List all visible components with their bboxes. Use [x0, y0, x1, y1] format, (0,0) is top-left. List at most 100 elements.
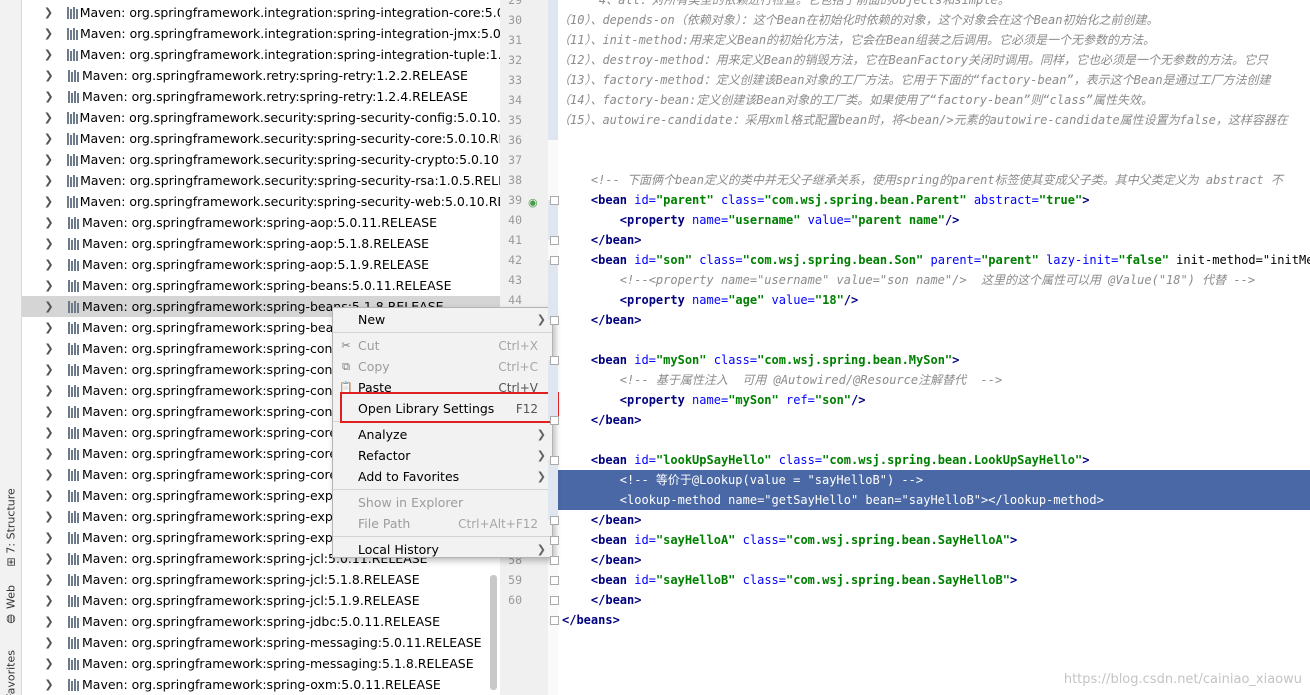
- tree-row[interactable]: ❯ Maven: org.springframework:spring-beans…: [22, 275, 500, 296]
- tree-row[interactable]: ❯ Maven: org.springframework:spring-oxm:5…: [22, 674, 500, 695]
- fold-marker-icon[interactable]: [550, 356, 559, 365]
- tree-row[interactable]: ❯ Maven: org.springframework:spring-jcl:5…: [22, 569, 500, 590]
- menu-item-analyze[interactable]: Analyze ❯: [333, 424, 552, 445]
- code-line[interactable]: <!-- 下面俩个bean定义的类中并无父子继承关系，使用spring的pare…: [558, 170, 1310, 190]
- code-line[interactable]: （11）、init-method:用来定义Bean的初始化方法，它会在Bean组…: [558, 30, 1306, 50]
- fold-marker-icon[interactable]: [550, 256, 559, 265]
- tree-row[interactable]: ❯ Maven: org.springframework.security:spr…: [22, 170, 500, 191]
- menu-item-add-to-favorites[interactable]: Add to Favorites ❯: [333, 466, 552, 487]
- chevron-right-icon[interactable]: ❯: [42, 174, 55, 187]
- tree-row[interactable]: ❯ Maven: org.springframework.integration:…: [22, 44, 500, 65]
- menu-item-new[interactable]: New ❯: [333, 309, 552, 330]
- code-line[interactable]: <bean id="mySon" class="com.wsj.spring.b…: [558, 350, 1310, 370]
- code-line[interactable]: <bean id="sayHelloA" class="com.wsj.spri…: [558, 530, 1310, 550]
- code-line[interactable]: （12）、destroy-method：用来定义Bean的销毁方法，它在Bean…: [558, 50, 1306, 70]
- chevron-right-icon[interactable]: ❯: [42, 342, 56, 355]
- code-line[interactable]: （14）、factory-bean:定义创建该Bean对象的工厂类。如果使用了“…: [558, 90, 1306, 110]
- menu-item-copy[interactable]: ⧉ Copy Ctrl+C: [333, 356, 552, 377]
- code-line[interactable]: </bean>: [558, 410, 1310, 430]
- code-line[interactable]: [558, 150, 1310, 170]
- bean-gutter-icon[interactable]: ◉: [528, 196, 538, 209]
- chevron-right-icon[interactable]: ❯: [42, 279, 56, 292]
- code-line[interactable]: <lookup-method name="getSayHello" bean="…: [558, 490, 1310, 510]
- fold-marker-icon[interactable]: [550, 576, 559, 585]
- code-line[interactable]: </bean>: [558, 590, 1310, 610]
- code-line[interactable]: <bean id="sayHelloB" class="com.wsj.spri…: [558, 570, 1310, 590]
- chevron-right-icon[interactable]: ❯: [42, 69, 56, 82]
- menu-item-refactor[interactable]: Refactor ❯: [333, 445, 552, 466]
- chevron-right-icon[interactable]: ❯: [42, 237, 56, 250]
- tree-row[interactable]: ❯ Maven: org.springframework.integration:…: [22, 23, 500, 44]
- tool-tab-0[interactable]: ⊞ 7: Structure: [2, 488, 20, 567]
- chevron-right-icon[interactable]: ❯: [42, 636, 56, 649]
- code-line[interactable]: </beans>: [558, 610, 1310, 630]
- chevron-right-icon[interactable]: ❯: [42, 531, 56, 544]
- fold-marker-icon[interactable]: [550, 416, 559, 425]
- chevron-right-icon[interactable]: ❯: [42, 195, 55, 208]
- chevron-right-icon[interactable]: ❯: [42, 405, 56, 418]
- code-line[interactable]: <bean id="lookUpSayHello" class="com.wsj…: [558, 450, 1310, 470]
- menu-item-show-in-explorer[interactable]: Show in Explorer: [333, 492, 552, 513]
- chevron-right-icon[interactable]: ❯: [42, 384, 56, 397]
- chevron-right-icon[interactable]: ❯: [42, 90, 56, 103]
- chevron-right-icon[interactable]: ❯: [42, 27, 55, 40]
- tree-row[interactable]: ❯ Maven: org.springframework.security:spr…: [22, 107, 500, 128]
- menu-item-file-path[interactable]: File Path Ctrl+Alt+F12: [333, 513, 552, 534]
- tree-row[interactable]: ❯ Maven: org.springframework.security:spr…: [22, 191, 500, 212]
- fold-marker-icon[interactable]: [550, 456, 559, 465]
- tree-row[interactable]: ❯ Maven: org.springframework.retry:spring…: [22, 65, 500, 86]
- chevron-right-icon[interactable]: ❯: [42, 132, 55, 145]
- code-line[interactable]: <!-- 等价于@Lookup(value = "sayHelloB") -->: [558, 470, 1310, 490]
- code-line[interactable]: <!-- 基于属性注入 可用 @Autowired/@Resource注解替代 …: [558, 370, 1310, 390]
- menu-item-cut[interactable]: ✂ Cut Ctrl+X: [333, 335, 552, 356]
- tree-row[interactable]: ❯ Maven: org.springframework.security:spr…: [22, 128, 500, 149]
- code-line[interactable]: （15）、autowire-candidate：采用xml格式配置bean时，将…: [558, 110, 1306, 130]
- code-line[interactable]: </bean>: [558, 310, 1310, 330]
- fold-marker-icon[interactable]: [550, 556, 559, 565]
- chevron-right-icon[interactable]: ❯: [42, 489, 56, 502]
- chevron-right-icon[interactable]: ❯: [42, 447, 56, 460]
- fold-marker-icon[interactable]: [550, 516, 559, 525]
- chevron-right-icon[interactable]: ❯: [42, 363, 56, 376]
- tree-row[interactable]: ❯ Maven: org.springframework:spring-jcl:5…: [22, 590, 500, 611]
- tree-row[interactable]: ❯ Maven: org.springframework:spring-jdbc:…: [22, 611, 500, 632]
- chevron-right-icon[interactable]: ❯: [42, 573, 56, 586]
- chevron-right-icon[interactable]: ❯: [42, 426, 56, 439]
- chevron-right-icon[interactable]: ❯: [42, 111, 55, 124]
- fold-marker-icon[interactable]: [550, 616, 559, 625]
- chevron-right-icon[interactable]: ❯: [42, 216, 56, 229]
- tool-tab-1[interactable]: ◍ Web: [2, 585, 20, 626]
- chevron-right-icon[interactable]: ❯: [42, 468, 56, 481]
- code-line[interactable]: <bean id="parent" class="com.wsj.spring.…: [558, 190, 1310, 210]
- tree-row[interactable]: ❯ Maven: org.springframework:spring-aop:5…: [22, 212, 500, 233]
- code-line[interactable]: [558, 330, 1310, 350]
- chevron-right-icon[interactable]: ❯: [42, 594, 56, 607]
- code-line[interactable]: </bean>: [558, 230, 1310, 250]
- tree-row[interactable]: ❯ Maven: org.springframework.security:spr…: [22, 149, 500, 170]
- chevron-right-icon[interactable]: ❯: [42, 657, 56, 670]
- chevron-right-icon[interactable]: ❯: [42, 48, 55, 61]
- fold-marker-icon[interactable]: [550, 596, 559, 605]
- code-line[interactable]: [558, 130, 1310, 150]
- code-line[interactable]: <property name="mySon" ref="son"/>: [558, 390, 1310, 410]
- code-line[interactable]: </bean>: [558, 510, 1310, 530]
- tree-scrollbar[interactable]: [490, 575, 497, 690]
- code-line[interactable]: 4、all：对所有类型的依赖进行检查。它包括了前面的objects和simple…: [566, 0, 1310, 10]
- code-line[interactable]: </bean>: [558, 550, 1310, 570]
- chevron-right-icon[interactable]: ❯: [42, 615, 56, 628]
- chevron-right-icon[interactable]: ❯: [42, 153, 55, 166]
- chevron-right-icon[interactable]: ❯: [42, 258, 56, 271]
- chevron-right-icon[interactable]: ❯: [42, 321, 56, 334]
- chevron-right-icon[interactable]: ❯: [42, 552, 56, 565]
- code-editor[interactable]: https://blog.csdn.net/cainiao_xiaowu 4、a…: [558, 0, 1310, 695]
- tree-row[interactable]: ❯ Maven: org.springframework:spring-messa…: [22, 653, 500, 674]
- code-line[interactable]: [558, 430, 1310, 450]
- tree-row[interactable]: ❯ Maven: org.springframework:spring-messa…: [22, 632, 500, 653]
- fold-marker-icon[interactable]: [550, 236, 559, 245]
- code-line[interactable]: <property name="username" value="parent …: [558, 210, 1310, 230]
- tree-row[interactable]: ❯ Maven: org.springframework.integration:…: [22, 2, 500, 23]
- tree-row[interactable]: ❯ Maven: org.springframework:spring-aop:5…: [22, 254, 500, 275]
- tree-row[interactable]: ❯ Maven: org.springframework.retry:spring…: [22, 86, 500, 107]
- chevron-right-icon[interactable]: ❯: [42, 510, 56, 523]
- chevron-right-icon[interactable]: ❯: [42, 6, 55, 19]
